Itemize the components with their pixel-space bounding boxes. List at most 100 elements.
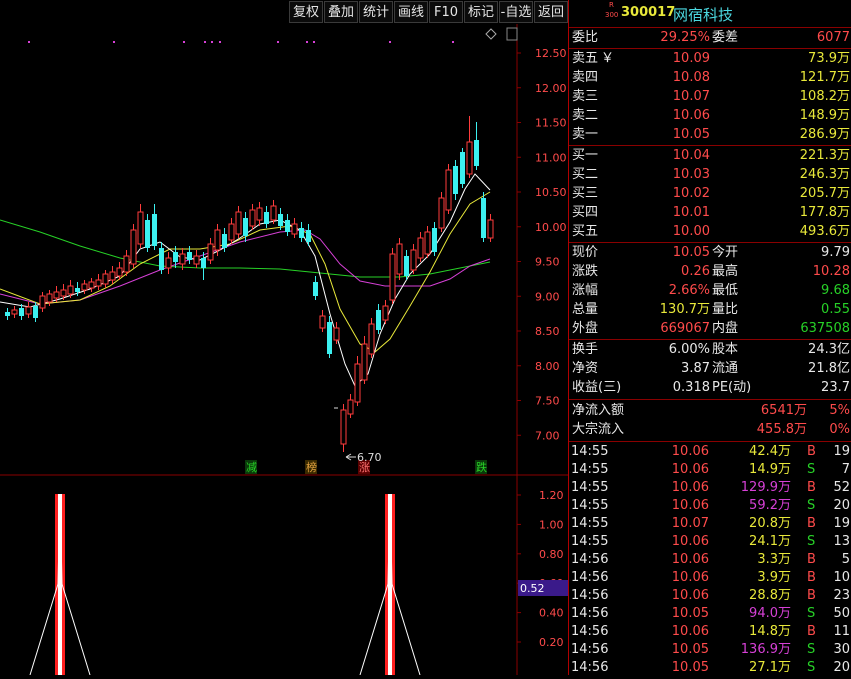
- buy-order-row[interactable]: 买四 10.01 177.8万: [569, 204, 851, 222]
- tick-row[interactable]: 14:56 10.05 94.0万 S 50: [569, 605, 851, 623]
- fundamental-label: 换手: [572, 342, 599, 357]
- indicator-axis: 1.201.000.800.600.400.20: [517, 489, 564, 649]
- badge-top: R: [609, 1, 614, 9]
- sell-order-row[interactable]: 卖五 ￥ 10.09 73.9万: [569, 50, 851, 68]
- flow-pct: 5%: [829, 403, 850, 418]
- tick-price: 10.05: [671, 660, 709, 675]
- tick-price: 10.06: [671, 462, 709, 477]
- diamond-icon[interactable]: [485, 28, 497, 40]
- chart-area[interactable]: 12.50 12.00 11.50 11.00 10.50 10.00 9.50 9.00 8.…: [0, 24, 568, 676]
- tick-row[interactable]: 14:55 10.06 129.9万 B 52: [569, 479, 851, 497]
- tick-row[interactable]: 14:56 10.05 136.9万 S 30: [569, 641, 851, 659]
- candle: [424, 226, 431, 258]
- tick-volume: 3.3万: [757, 552, 791, 567]
- tick-price: 10.06: [671, 588, 709, 603]
- tick-count: 30: [833, 642, 850, 657]
- tick-row[interactable]: 14:55 10.06 14.9万 S 7: [569, 461, 851, 479]
- kline-chart[interactable]: 12.50 12.00 11.50 11.00 10.50 10.00 9.50 9.00 8.…: [0, 24, 568, 676]
- flow-row: 大宗流入 455.8万 0%: [569, 421, 851, 439]
- order-label: 买一: [572, 148, 599, 163]
- sell-order-row[interactable]: 卖一 10.05 286.9万: [569, 126, 851, 144]
- quote-row: 涨幅 2.66% 最低 9.68: [569, 282, 851, 300]
- candle: [368, 318, 375, 358]
- tick-direction: B: [807, 624, 816, 639]
- tick-time: 14:55: [571, 516, 609, 531]
- statistics-button[interactable]: 统计: [359, 1, 393, 23]
- price-tick-label: 7.00: [535, 429, 560, 442]
- order-volume: 286.9万: [799, 127, 850, 142]
- candle: [159, 242, 164, 274]
- order-price: 10.00: [672, 224, 710, 239]
- mark-button[interactable]: 标记: [464, 1, 498, 23]
- candle: [347, 394, 354, 418]
- flow-value: 455.8万: [756, 422, 807, 437]
- weicha-label: 委差: [712, 30, 739, 45]
- tick-time: 14:55: [571, 498, 609, 513]
- indicator-tick-label: 0.80: [539, 548, 564, 561]
- marker-bang: 榜: [306, 460, 317, 474]
- order-volume: 246.3万: [799, 167, 850, 182]
- tick-direction: S: [807, 498, 816, 513]
- back-button[interactable]: 返回: [534, 1, 568, 23]
- self-select-button[interactable]: -自选: [499, 1, 533, 23]
- indicator-spikes: [29, 493, 421, 676]
- ma5-line: [0, 173, 491, 387]
- tick-time: 14:56: [571, 624, 609, 639]
- flow-value: 6541万: [760, 403, 807, 418]
- panel-toggle-icon[interactable]: [506, 27, 518, 41]
- tick-direction: B: [807, 444, 816, 459]
- fuquan-button[interactable]: 复权: [289, 1, 323, 23]
- tick-direction: B: [807, 552, 816, 567]
- sell-order-row[interactable]: 卖三 10.07 108.2万: [569, 88, 851, 106]
- quote-value: 10.05: [672, 245, 710, 260]
- buy-order-row[interactable]: 买三 10.02 205.7万: [569, 185, 851, 203]
- candle: [264, 206, 269, 228]
- tick-row[interactable]: 14:56 10.05 27.1万 S 20: [569, 659, 851, 677]
- candle: [11, 306, 18, 318]
- tick-time: 14:56: [571, 660, 609, 675]
- sell-order-row[interactable]: 卖二 10.06 148.9万: [569, 107, 851, 125]
- price-tick-label: 10.00: [535, 221, 567, 234]
- price-tick-label: 10.50: [535, 186, 567, 199]
- tick-row[interactable]: 14:56 10.06 3.3万 B 5: [569, 551, 851, 569]
- buy-order-row[interactable]: 买一 10.04 221.3万: [569, 147, 851, 165]
- f10-button[interactable]: F10: [429, 1, 463, 23]
- candle: [123, 250, 130, 276]
- order-price: 10.07: [672, 89, 710, 104]
- fundamental-label: 收益(三): [572, 380, 622, 395]
- draw-line-button[interactable]: 画线: [394, 1, 428, 23]
- tick-row[interactable]: 14:55 10.06 59.2万 S 20: [569, 497, 851, 515]
- quote-label: 总量: [572, 302, 599, 317]
- tick-time: 14:55: [571, 534, 609, 549]
- buy-order-row[interactable]: 买二 10.03 246.3万: [569, 166, 851, 184]
- order-price: 10.08: [672, 70, 710, 85]
- tick-row[interactable]: 14:56 10.06 28.8万 B 23: [569, 587, 851, 605]
- tick-time: 14:56: [571, 606, 609, 621]
- tick-time: 14:56: [571, 570, 609, 585]
- candle: [39, 292, 46, 312]
- tick-price: 10.06: [671, 624, 709, 639]
- tick-price: 10.05: [671, 606, 709, 621]
- price-tick-label: 9.00: [535, 290, 560, 303]
- quote-value: 0.26: [681, 264, 710, 279]
- tick-row[interactable]: 14:55 10.06 24.1万 S 13: [569, 533, 851, 551]
- order-label: 买二: [572, 167, 599, 182]
- fundamental-value: 6.00%: [668, 342, 710, 357]
- overlay-button[interactable]: 叠加: [324, 1, 358, 23]
- flow-label: 大宗流入: [572, 422, 625, 437]
- candle: [228, 218, 235, 244]
- buy-order-row[interactable]: 买五 10.00 493.6万: [569, 223, 851, 241]
- fundamental-row: 收益(三) 0.318 PE(动) 23.7: [569, 379, 851, 397]
- quote-value: 637508: [800, 321, 850, 336]
- candle: [165, 252, 172, 274]
- sell-order-row[interactable]: 卖四 10.08 121.7万: [569, 69, 851, 87]
- tick-row[interactable]: 14:56 10.06 14.8万 B 11: [569, 623, 851, 641]
- tick-row[interactable]: 14:55 10.06 42.4万 B 19: [569, 443, 851, 461]
- candle: [291, 218, 298, 238]
- ticker-header: R 300 300017 网宿科技: [569, 0, 851, 26]
- tick-direction: S: [807, 606, 816, 621]
- tick-row[interactable]: 14:56 10.06 3.9万 B 10: [569, 569, 851, 587]
- tick-row[interactable]: 14:55 10.07 20.8万 B 19: [569, 515, 851, 533]
- toolbar: 复权 叠加 统计 画线 F10 标记 -自选 返回: [0, 0, 568, 24]
- quote-value: 130.7万: [659, 302, 710, 317]
